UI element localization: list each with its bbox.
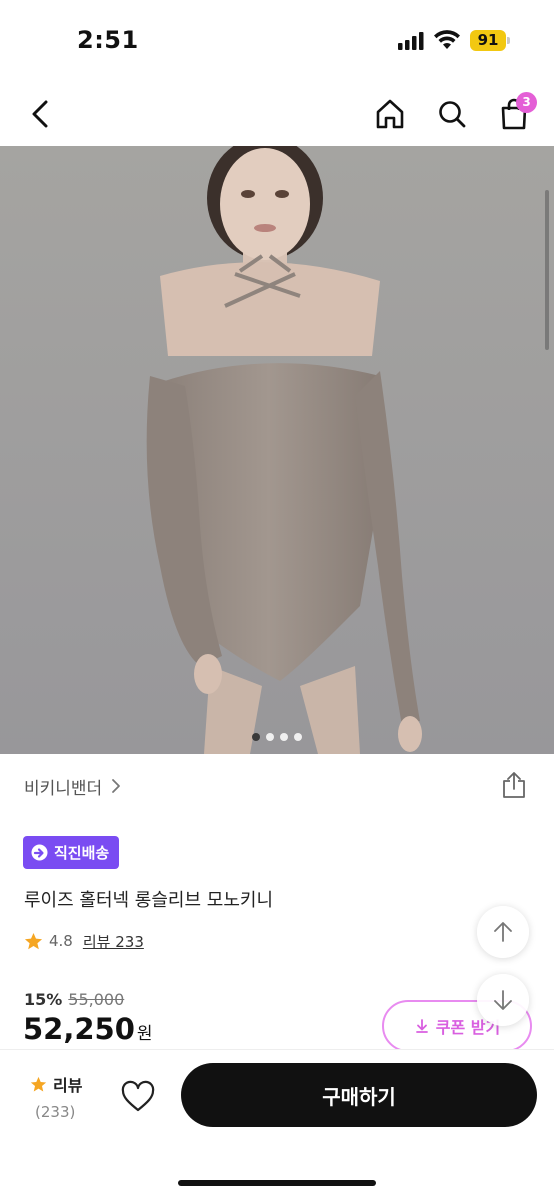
review-count-link[interactable]: 리뷰 233: [83, 931, 144, 952]
price-row: 52,250 원: [23, 1012, 153, 1046]
bottom-action-bar: 리뷰 (233) 구매하기: [0, 1050, 554, 1200]
chevron-right-icon: [112, 779, 121, 793]
home-icon[interactable]: [372, 94, 408, 134]
carousel-pagination: [252, 733, 302, 741]
top-navigation: [0, 84, 554, 144]
arrow-down-icon: [494, 990, 512, 1010]
rating-value: 4.8: [49, 932, 73, 950]
scroll-top-button[interactable]: [477, 906, 529, 958]
battery-tip: [507, 37, 510, 44]
cellular-signal-icon: [398, 32, 424, 50]
brand-name: 비키니밴더: [24, 778, 103, 799]
share-icon[interactable]: [500, 770, 528, 800]
sale-price: 52,250: [23, 1012, 135, 1046]
scroll-bottom-button[interactable]: [477, 974, 529, 1026]
status-time: 2:51: [77, 26, 139, 54]
discount-row: 15% 55,000: [24, 990, 124, 1009]
brand-link[interactable]: 비키니밴더: [24, 774, 122, 799]
battery-indicator: 91: [470, 30, 506, 51]
badge-label: 직진배송: [54, 844, 110, 862]
cart-count-badge: 3: [516, 92, 537, 113]
bottom-review-header: 리뷰: [30, 1072, 82, 1096]
chevron-left-icon[interactable]: [22, 94, 58, 134]
product-photo: [0, 146, 554, 754]
bottom-review-label: 리뷰: [53, 1076, 83, 1095]
carousel-dot[interactable]: [252, 733, 260, 741]
direct-delivery-badge: 직진배송: [23, 836, 120, 869]
status-bar: 2:51 91: [0, 0, 554, 80]
arrow-up-icon: [494, 922, 512, 942]
download-icon: [415, 1019, 428, 1033]
bottom-review-count: (233): [35, 1103, 76, 1121]
home-indicator: [178, 1180, 376, 1186]
search-icon[interactable]: [434, 94, 470, 134]
price-unit: 원: [136, 1024, 153, 1044]
star-icon: [30, 1076, 47, 1091]
wifi-icon: [434, 30, 460, 49]
scroll-indicator: [545, 190, 549, 350]
carousel-dot[interactable]: [294, 733, 302, 741]
product-title: 루이즈 홀터넥 롱슬리브 모노키니: [24, 890, 274, 911]
star-icon: [24, 932, 43, 949]
heart-icon[interactable]: [120, 1080, 156, 1114]
original-price: 55,000: [68, 990, 125, 1009]
carousel-dot[interactable]: [280, 733, 288, 741]
product-image-carousel[interactable]: [0, 146, 554, 754]
carousel-dot[interactable]: [266, 733, 274, 741]
bottom-review-summary[interactable]: 리뷰 (233): [30, 1072, 82, 1121]
delivery-arrow-icon: [31, 844, 48, 861]
rating-row: 4.8 리뷰 233: [24, 930, 144, 952]
buy-button[interactable]: 구매하기: [181, 1063, 537, 1127]
discount-rate: 15%: [24, 990, 63, 1009]
